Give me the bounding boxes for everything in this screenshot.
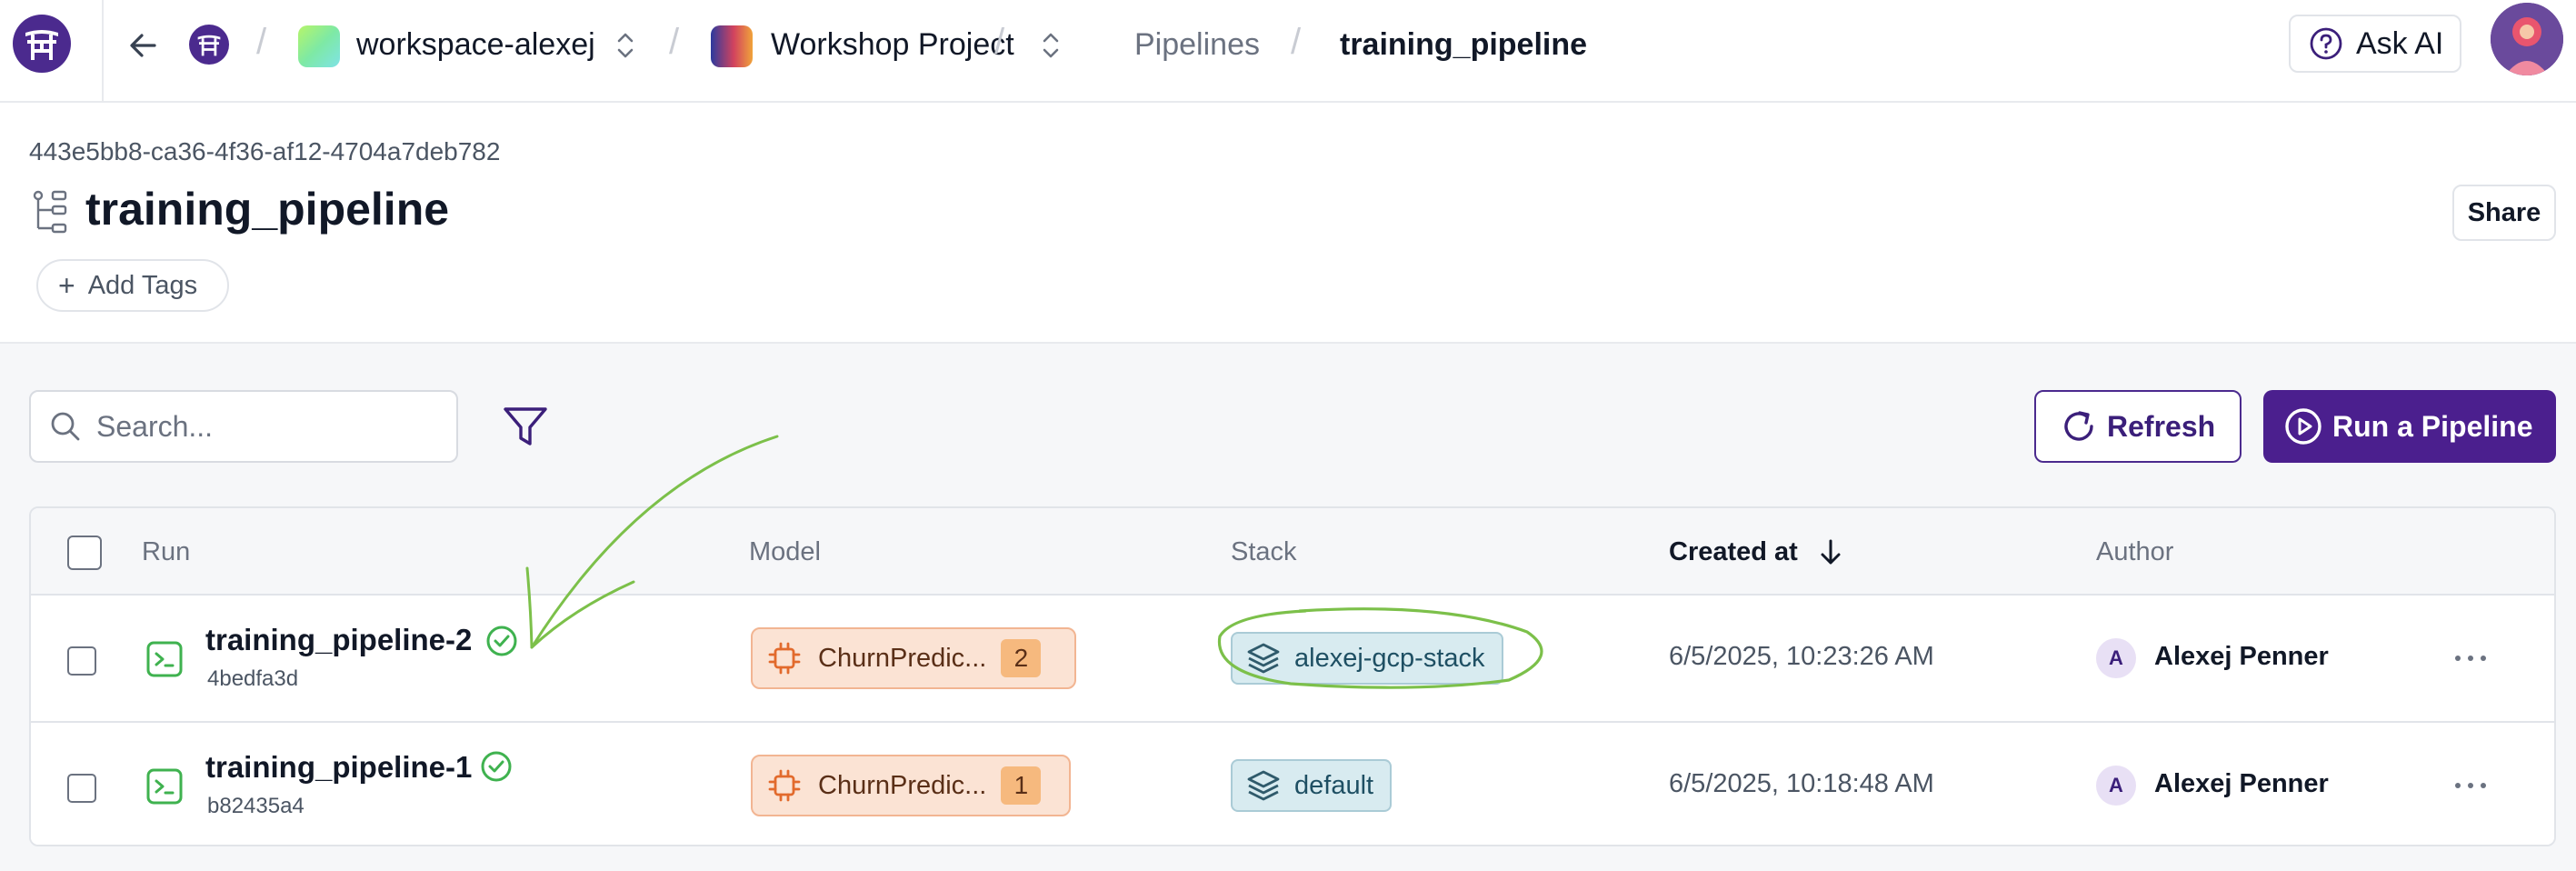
breadcrumb-current: training_pipeline: [1340, 27, 1588, 62]
run-hash: 4bedfa3d: [207, 666, 299, 691]
table-header: Run Model Stack Created at Author: [31, 508, 2554, 596]
run-name[interactable]: training_pipeline-1: [205, 750, 472, 785]
help-circle-icon: [2310, 27, 2342, 60]
pipeline-header: 443e5bb8-ca36-4f36-af12-4704a7deb782 tra…: [0, 103, 2576, 344]
refresh-button[interactable]: Refresh: [2034, 390, 2242, 463]
play-circle-icon: [2285, 408, 2321, 445]
top-navigation-bar: / workspace-alexej / Workshop Project / …: [0, 0, 2576, 103]
column-header-model[interactable]: Model: [749, 537, 821, 567]
check-circle-icon: [481, 751, 512, 782]
refresh-label: Refresh: [2107, 409, 2216, 443]
terminal-icon: [146, 641, 183, 677]
user-avatar[interactable]: [2491, 3, 2563, 75]
ask-ai-label: Ask AI: [2356, 25, 2444, 61]
more-horizontal-icon[interactable]: [2452, 651, 2489, 666]
breadcrumb-pipelines[interactable]: Pipelines: [1134, 27, 1260, 63]
model-name: ChurnPredic...: [818, 770, 987, 800]
add-tags-button[interactable]: + Add Tags: [36, 259, 229, 312]
check-circle-icon: [486, 626, 517, 656]
breadcrumb-separator: /: [1291, 22, 1302, 62]
run-hash: b82435a4: [207, 794, 305, 818]
terminal-icon: [146, 768, 183, 805]
created-at: 6/5/2025, 10:23:26 AM: [1669, 642, 1934, 671]
pipeline-id: 443e5bb8-ca36-4f36-af12-4704a7deb782: [29, 137, 501, 165]
workspace-name[interactable]: workspace-alexej: [356, 27, 595, 63]
column-header-run[interactable]: Run: [142, 537, 190, 567]
layers-icon: [1247, 643, 1280, 674]
chip-icon: [768, 769, 801, 802]
stack-tag[interactable]: default: [1231, 759, 1393, 812]
run-pipeline-button[interactable]: Run a Pipeline: [2263, 390, 2556, 463]
run-name[interactable]: training_pipeline-2: [205, 623, 472, 657]
project-avatar[interactable]: [711, 25, 753, 67]
workspace-switcher-icon[interactable]: [614, 27, 636, 64]
column-header-created-at[interactable]: Created at: [1669, 537, 1798, 567]
row-checkbox[interactable]: [67, 774, 96, 803]
model-version-badge: 2: [1001, 639, 1042, 677]
model-name: ChurnPredic...: [818, 643, 987, 673]
model-version-badge: 1: [1001, 766, 1042, 805]
breadcrumb-separator: /: [669, 22, 680, 62]
search-input[interactable]: [96, 409, 424, 444]
app-logo-icon[interactable]: [13, 15, 71, 73]
author-avatar: A: [2096, 638, 2136, 678]
runs-section: Refresh Run a Pipeline Run Model Stack C…: [0, 344, 2576, 871]
workspace-avatar[interactable]: [298, 25, 340, 67]
table-row[interactable]: training_pipeline-2 4bedfa3d ChurnPredic…: [31, 596, 2554, 721]
ask-ai-button[interactable]: Ask AI: [2289, 15, 2461, 73]
table-row[interactable]: training_pipeline-1 b82435a4 ChurnPredic…: [31, 721, 2554, 845]
row-checkbox[interactable]: [67, 646, 96, 676]
layers-icon: [1247, 770, 1280, 801]
stack-name: default: [1294, 770, 1374, 800]
topbar-divider: [102, 0, 104, 103]
filter-icon[interactable]: [500, 402, 551, 453]
workspace-logo-icon[interactable]: [189, 25, 229, 65]
runs-table: Run Model Stack Created at Author traini…: [29, 506, 2556, 846]
share-button[interactable]: Share: [2452, 185, 2556, 241]
sort-down-icon[interactable]: [1814, 536, 1847, 568]
project-name[interactable]: Workshop Project: [771, 27, 1014, 63]
page-title: training_pipeline: [85, 184, 450, 235]
breadcrumb-separator: /: [994, 22, 1005, 62]
select-all-checkbox[interactable]: [67, 536, 102, 570]
breadcrumb-separator: /: [256, 22, 267, 62]
search-icon: [51, 412, 80, 441]
model-tag[interactable]: ChurnPredic... 1: [751, 755, 1071, 816]
stack-tag[interactable]: alexej-gcp-stack: [1231, 632, 1503, 685]
search-box[interactable]: [29, 390, 458, 463]
pipeline-icon: [31, 190, 71, 235]
created-at: 6/5/2025, 10:18:48 AM: [1669, 769, 1934, 798]
model-tag[interactable]: ChurnPredic... 2: [751, 627, 1076, 689]
refresh-icon: [2064, 411, 2093, 441]
author-name: Alexej Penner: [2154, 642, 2329, 671]
add-tags-label: Add Tags: [87, 270, 198, 300]
author-name: Alexej Penner: [2154, 769, 2329, 798]
column-header-stack[interactable]: Stack: [1231, 537, 1297, 567]
column-header-author[interactable]: Author: [2096, 537, 2173, 567]
author-avatar: A: [2096, 766, 2136, 806]
more-horizontal-icon[interactable]: [2452, 778, 2489, 793]
back-arrow-icon[interactable]: [124, 25, 164, 65]
stack-name: alexej-gcp-stack: [1294, 643, 1485, 673]
run-pipeline-label: Run a Pipeline: [2332, 409, 2533, 443]
plus-icon: +: [58, 269, 75, 302]
project-switcher-icon[interactable]: [1040, 27, 1062, 64]
chip-icon: [768, 642, 801, 675]
